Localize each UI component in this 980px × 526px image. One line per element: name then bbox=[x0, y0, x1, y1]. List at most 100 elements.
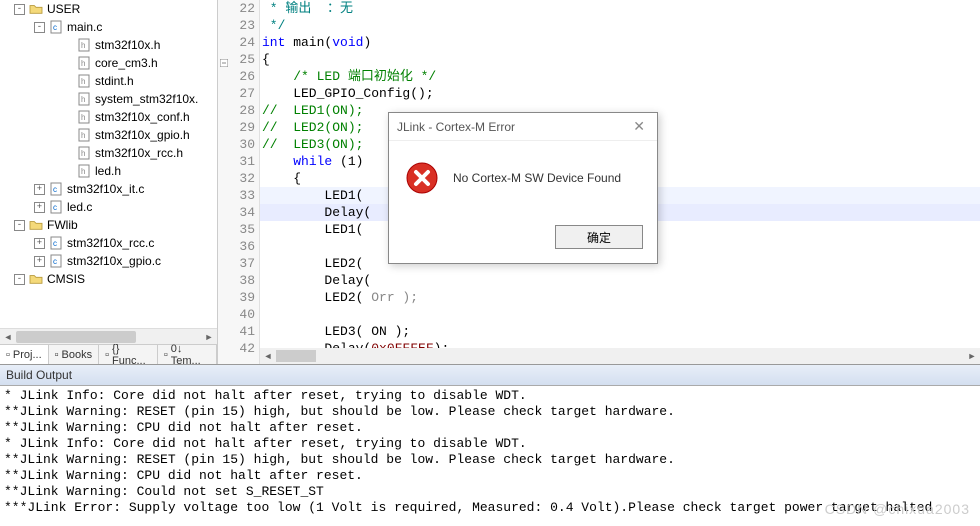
code-line[interactable]: */ bbox=[260, 17, 980, 34]
project-sidebar: -USER-cmain.chstm32f10x.hhcore_cm3.hhstd… bbox=[0, 0, 218, 364]
editor-hscroll[interactable]: ◄ ► bbox=[260, 348, 980, 364]
tree-label: stm32f10x_it.c bbox=[67, 182, 144, 196]
project-tree[interactable]: -USER-cmain.chstm32f10x.hhcore_cm3.hhstd… bbox=[0, 0, 217, 288]
line-number: 27 bbox=[218, 85, 255, 102]
tree-label: core_cm3.h bbox=[95, 56, 158, 70]
cfile-icon: c bbox=[48, 236, 64, 250]
svg-text:h: h bbox=[81, 167, 85, 176]
code-line[interactable]: * 输出 ：无 bbox=[260, 0, 980, 17]
code-line[interactable] bbox=[260, 306, 980, 323]
line-number: 25 bbox=[218, 51, 255, 68]
line-gutter: 2223242526272829303132333435363738394041… bbox=[218, 0, 260, 364]
tree-item[interactable]: hstm32f10x_conf.h bbox=[4, 108, 217, 126]
svg-text:c: c bbox=[53, 203, 57, 212]
code-line[interactable]: LED3( ON ); bbox=[260, 323, 980, 340]
line-number: 36 bbox=[218, 238, 255, 255]
expand-icon[interactable]: - bbox=[14, 274, 25, 285]
sidebar-tab[interactable]: ▫0↓ Tem... bbox=[158, 345, 217, 364]
expand-icon[interactable]: + bbox=[34, 256, 45, 267]
hfile-icon: h bbox=[76, 92, 92, 106]
tree-label: stm32f10x_rcc.c bbox=[67, 236, 154, 250]
svg-text:c: c bbox=[53, 185, 57, 194]
expand-icon[interactable]: + bbox=[34, 184, 45, 195]
folder-icon bbox=[28, 272, 44, 286]
hfile-icon: h bbox=[76, 146, 92, 160]
expand-icon[interactable]: + bbox=[34, 202, 45, 213]
tree-label: stm32f10x_gpio.h bbox=[95, 128, 190, 142]
sidebar-tab[interactable]: ▫Proj... bbox=[0, 345, 49, 364]
hfile-icon: h bbox=[76, 74, 92, 88]
sidebar-tab[interactable]: ▫{} Func... bbox=[99, 345, 158, 364]
scroll-thumb[interactable] bbox=[16, 331, 136, 343]
expand-icon[interactable]: - bbox=[34, 22, 45, 33]
folder-open-icon bbox=[28, 2, 44, 16]
code-line[interactable]: Delay( bbox=[260, 272, 980, 289]
watermark: CSDN @chixua2003 bbox=[825, 501, 970, 517]
tab-label: {} Func... bbox=[112, 343, 151, 365]
expand-icon[interactable]: - bbox=[14, 4, 25, 15]
fold-mark-icon[interactable] bbox=[220, 55, 228, 63]
line-number: 37 bbox=[218, 255, 255, 272]
tree-item[interactable]: hstdint.h bbox=[4, 72, 217, 90]
svg-text:c: c bbox=[53, 257, 57, 266]
line-number: 28 bbox=[218, 102, 255, 119]
scroll-left-icon[interactable]: ◄ bbox=[260, 348, 276, 364]
tab-icon: ▫ bbox=[164, 349, 168, 361]
svg-text:c: c bbox=[53, 23, 57, 32]
tree-item[interactable]: hsystem_stm32f10x. bbox=[4, 90, 217, 108]
tree-item[interactable]: h led.h bbox=[4, 162, 217, 180]
build-output-header[interactable]: Build Output bbox=[0, 365, 980, 386]
tree-label: USER bbox=[47, 2, 80, 16]
line-number: 39 bbox=[218, 289, 255, 306]
tree-item[interactable]: - USER bbox=[4, 0, 217, 18]
tab-label: Books bbox=[62, 349, 93, 361]
svg-text:h: h bbox=[81, 77, 85, 86]
expand-icon[interactable]: + bbox=[34, 238, 45, 249]
error-dialog: JLink - Cortex-M Error ✕ No Cortex-M SW … bbox=[388, 112, 658, 264]
expand-icon[interactable]: - bbox=[14, 220, 25, 231]
tab-icon: ▫ bbox=[55, 349, 59, 361]
scroll-thumb[interactable] bbox=[276, 350, 316, 362]
line-number: 29 bbox=[218, 119, 255, 136]
error-icon bbox=[405, 161, 439, 195]
dialog-body: No Cortex-M SW Device Found bbox=[389, 141, 657, 215]
tree-item[interactable]: - FWlib bbox=[4, 216, 217, 234]
hfile-icon: h bbox=[76, 38, 92, 52]
scroll-right-icon[interactable]: ► bbox=[964, 348, 980, 364]
tree-item[interactable]: + c led.c bbox=[4, 198, 217, 216]
ok-button[interactable]: 确定 bbox=[555, 225, 643, 249]
code-line[interactable]: { bbox=[260, 51, 980, 68]
line-number: 35 bbox=[218, 221, 255, 238]
tree-item[interactable]: +cstm32f10x_rcc.c bbox=[4, 234, 217, 252]
svg-text:h: h bbox=[81, 95, 85, 104]
tree-item[interactable]: hcore_cm3.h bbox=[4, 54, 217, 72]
tree-item[interactable]: hstm32f10x_gpio.h bbox=[4, 126, 217, 144]
code-line[interactable]: /* LED 端口初始化 */ bbox=[260, 68, 980, 85]
tree-label: led.c bbox=[67, 200, 92, 214]
tree-label: stm32f10x.h bbox=[95, 38, 160, 52]
code-line[interactable]: LED2( Orr ); bbox=[260, 289, 980, 306]
tree-item[interactable]: -c main.c bbox=[4, 18, 217, 36]
line-number: 30 bbox=[218, 136, 255, 153]
line-number: 23 bbox=[218, 17, 255, 34]
code-line[interactable]: LED_GPIO_Config(); bbox=[260, 85, 980, 102]
tab-icon: ▫ bbox=[6, 349, 10, 361]
scroll-left-icon[interactable]: ◄ bbox=[0, 329, 16, 345]
hfile-icon: h bbox=[76, 110, 92, 124]
dialog-titlebar[interactable]: JLink - Cortex-M Error ✕ bbox=[389, 113, 657, 141]
tree-item[interactable]: hstm32f10x_rcc.h bbox=[4, 144, 217, 162]
tree-item[interactable]: + c stm32f10x_it.c bbox=[4, 180, 217, 198]
tree-label: FWlib bbox=[47, 218, 78, 232]
sidebar-tab[interactable]: ▫Books bbox=[49, 345, 99, 364]
tree-label: main.c bbox=[67, 20, 102, 34]
tree-item[interactable]: hstm32f10x.h bbox=[4, 36, 217, 54]
line-number: 38 bbox=[218, 272, 255, 289]
tree-item[interactable]: +cstm32f10x_gpio.c bbox=[4, 252, 217, 270]
close-icon[interactable]: ✕ bbox=[629, 118, 649, 135]
tree-label: led.h bbox=[95, 164, 121, 178]
tree-label: stm32f10x_conf.h bbox=[95, 110, 190, 124]
code-line[interactable]: int main(void) bbox=[260, 34, 980, 51]
tree-item[interactable]: -CMSIS bbox=[4, 270, 217, 288]
tab-icon: ▫ bbox=[105, 349, 109, 361]
line-number: 32 bbox=[218, 170, 255, 187]
